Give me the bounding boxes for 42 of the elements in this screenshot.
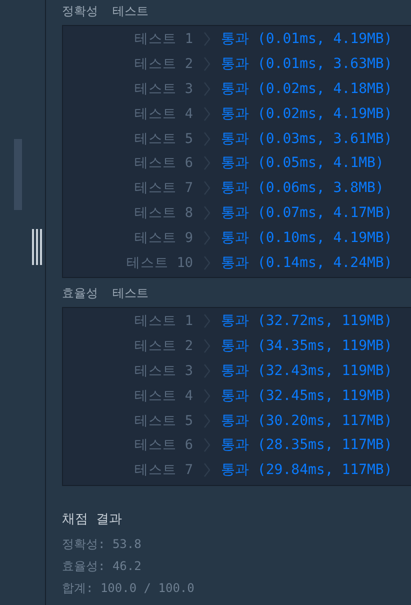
test-result: 통과 (0.01ms, 3.63MB) [221,55,392,74]
score-line: 정확성: 53.8 [62,536,142,553]
test-result: 통과 (0.01ms, 4.19MB) [221,30,392,48]
test-label: 테스트 6 [134,154,193,172]
score-line: 효율성: 46.2 [62,558,142,575]
test-label: 테스트 4 [134,386,193,405]
summary-title: 채점 결과 [62,510,123,528]
test-label: 테스트 10 [126,254,193,272]
test-label: 테스트 5 [134,130,193,148]
section-title: 정확성 테스트 [62,3,150,20]
score-line: 합계: 100.0 / 100.0 [62,580,196,597]
test-label: 테스트 6 [134,436,193,454]
test-label: 테스트 1 [134,30,193,48]
section-title: 효율성 테스트 [62,284,150,302]
test-label: 테스트 9 [134,228,193,247]
test-label: 테스트 2 [134,55,193,74]
test-label: 테스트 3 [134,80,193,98]
test-label: 테스트 4 [134,104,193,123]
test-result: 통과 (0.02ms, 4.18MB) [221,80,392,98]
test-result: 통과 (0.02ms, 4.19MB) [221,104,392,123]
test-result: 통과 (29.84ms, 117MB) [221,461,392,480]
test-label: 테스트 1 [134,312,193,330]
test-result: 통과 (0.05ms, 4.1MB) [221,154,384,172]
scrollbar-thumb[interactable] [14,139,22,210]
drag-handle-icon[interactable] [32,229,42,265]
test-label: 테스트 8 [134,204,193,222]
test-result: 통과 (30.20ms, 117MB) [221,412,392,430]
test-result: 통과 (32.43ms, 119MB) [221,362,392,380]
test-result: 통과 (0.07ms, 4.17MB) [221,204,392,222]
test-result: 통과 (32.45ms, 119MB) [221,386,392,405]
test-label: 테스트 2 [134,337,193,356]
test-result: 통과 (28.35ms, 117MB) [221,436,392,454]
test-label: 테스트 3 [134,362,193,380]
test-result: 통과 (0.03ms, 3.61MB) [221,130,392,148]
test-label: 테스트 5 [134,412,193,430]
test-label: 테스트 7 [134,179,193,198]
test-label: 테스트 7 [134,461,193,480]
test-result: 통과 (0.10ms, 4.19MB) [221,228,392,247]
test-result: 통과 (0.14ms, 4.24MB) [221,254,392,272]
test-result: 통과 (0.06ms, 3.8MB) [221,179,384,198]
test-result: 통과 (32.72ms, 119MB) [221,312,392,330]
test-result: 통과 (34.35ms, 119MB) [221,337,392,356]
